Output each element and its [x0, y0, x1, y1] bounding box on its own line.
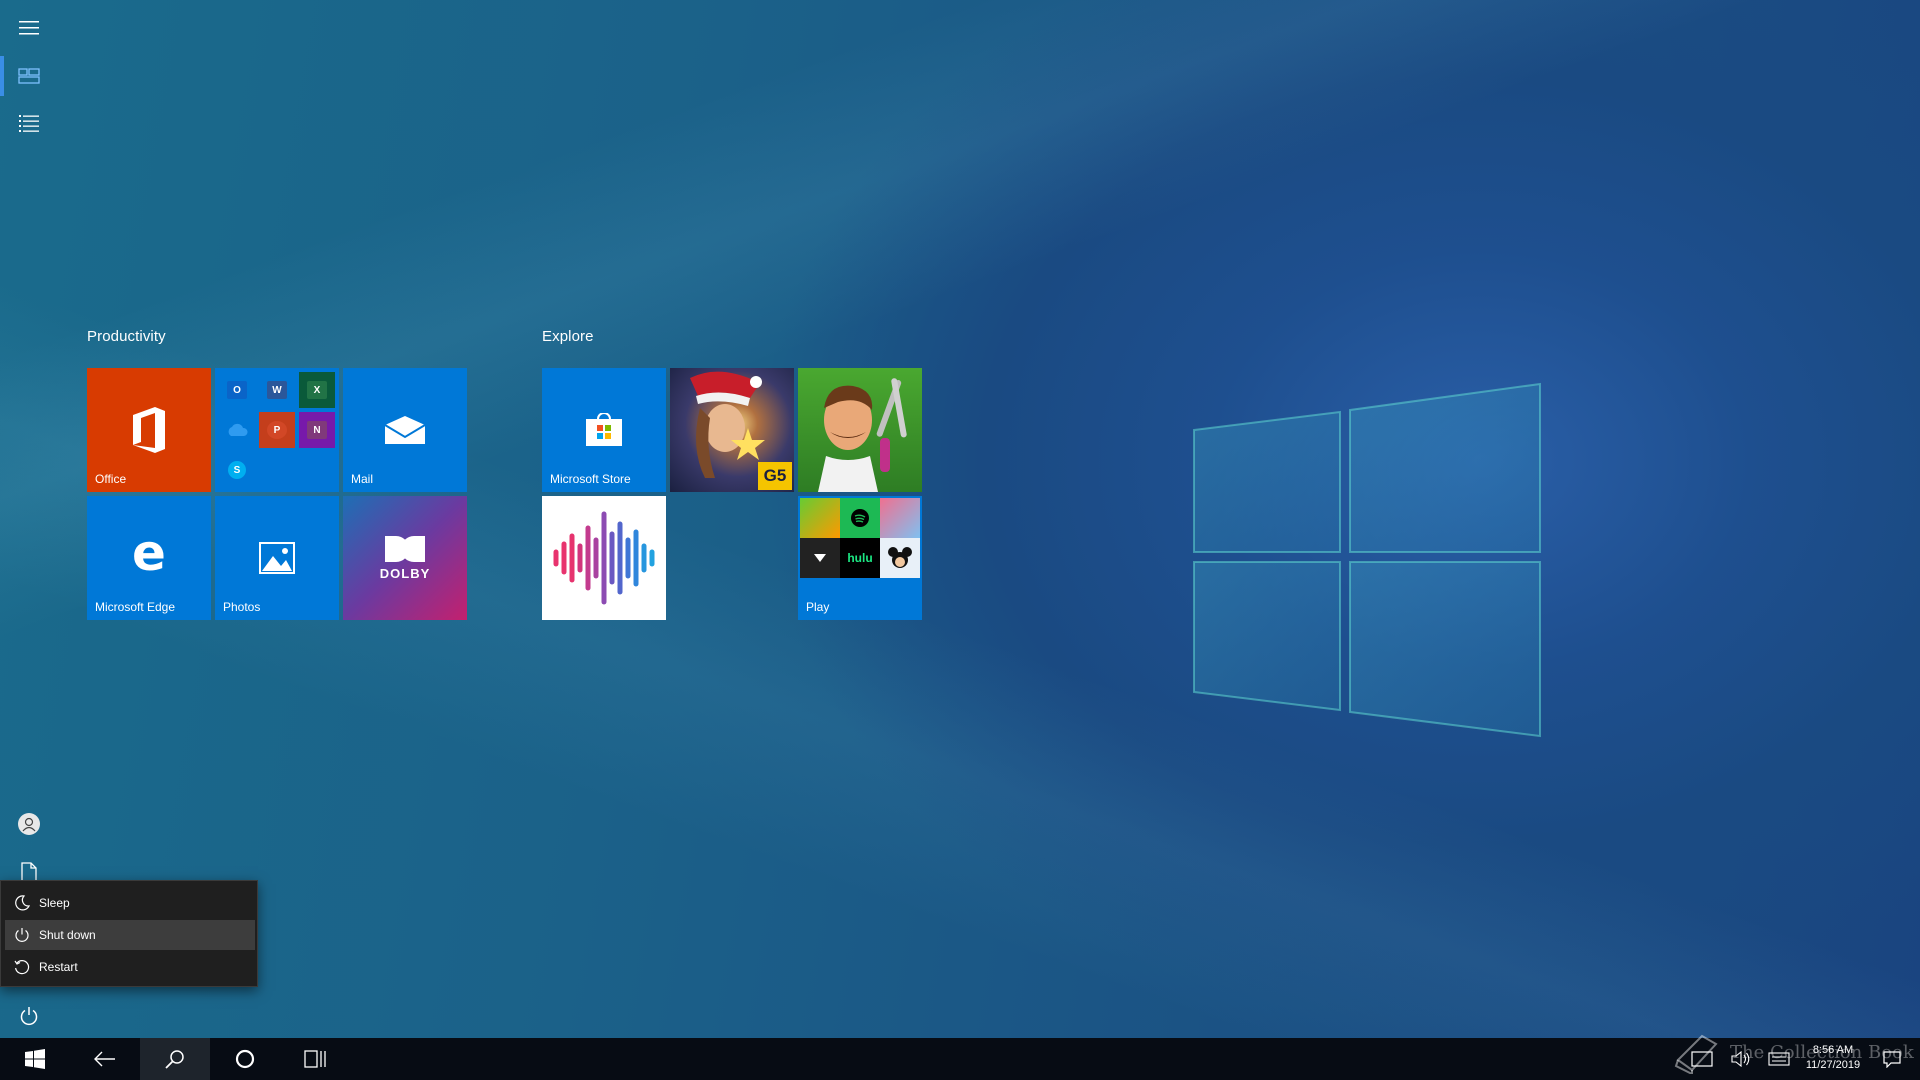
tile-label: Mail	[351, 472, 374, 486]
dolby-icon: DOLBY	[343, 496, 467, 620]
spotify-icon	[840, 498, 880, 538]
cortana-circle-icon	[235, 1049, 255, 1069]
start-button[interactable]	[0, 1038, 70, 1080]
shut-down-label: Shut down	[39, 928, 96, 942]
taskbar: 8:56 AM 11/27/2019	[0, 1038, 1920, 1080]
group-title-productivity: Productivity	[87, 328, 166, 345]
tile-dolby[interactable]: DOLBY	[343, 496, 467, 620]
all-apps-button[interactable]	[0, 100, 58, 148]
windows-logo-icon	[25, 1049, 45, 1069]
sleep-menu-item[interactable]: Sleep	[5, 888, 255, 918]
excel-icon: X	[299, 372, 335, 408]
tile-label: Photos	[223, 600, 261, 614]
task-view-icon	[304, 1050, 326, 1068]
tile-microsoft-edge[interactable]: e Microsoft Edge	[87, 496, 211, 620]
document-icon	[21, 862, 37, 882]
tile-gardenscapes-game[interactable]	[798, 368, 922, 492]
tile-label: Office	[95, 472, 127, 486]
tiles-view-icon	[18, 68, 40, 84]
sleep-label: Sleep	[39, 896, 70, 910]
word-icon: W	[259, 372, 295, 408]
skype-icon: S	[219, 452, 255, 488]
tile-office[interactable]: Office	[87, 368, 211, 492]
tile-label: Microsoft Edge	[95, 600, 176, 614]
netflix-style-app-icon	[800, 538, 840, 578]
tile-play-folder[interactable]: hulu Play	[798, 496, 922, 620]
power-menu: Sleep Shut down Restart	[0, 880, 258, 987]
onedrive-icon	[219, 412, 255, 448]
user-avatar-icon	[18, 813, 40, 835]
candy-crush-icon	[800, 498, 840, 538]
dolby-wordmark: DOLBY	[379, 566, 431, 581]
candy-crush-friends-icon	[880, 498, 920, 538]
tile-photos[interactable]: Photos	[215, 496, 339, 620]
tile-label: Microsoft Store	[550, 472, 631, 486]
pinned-tiles-button[interactable]	[0, 52, 58, 100]
butler-character-icon	[818, 378, 907, 492]
list-icon	[19, 115, 39, 132]
restart-icon	[5, 959, 39, 975]
wallpaper-windows-logo	[1193, 382, 1541, 738]
hamburger-icon	[19, 21, 39, 35]
tile-label: Play	[806, 600, 830, 614]
tile-mail[interactable]: Mail	[343, 368, 467, 492]
moon-icon	[5, 895, 39, 911]
restart-label: Restart	[39, 960, 78, 974]
outlook-icon: O	[219, 372, 255, 408]
back-arrow-icon	[94, 1051, 115, 1067]
expand-menu-button[interactable]	[0, 4, 58, 52]
watermark-book-icon	[1674, 1034, 1718, 1074]
g5-badge: G5	[758, 462, 792, 490]
restart-menu-item[interactable]: Restart	[5, 952, 255, 982]
group-title-explore: Explore	[542, 328, 594, 345]
search-button[interactable]	[140, 1038, 210, 1080]
power-icon	[20, 1007, 38, 1026]
soundwave-icon	[553, 511, 655, 605]
hulu-icon: hulu	[840, 538, 880, 578]
watermark-text: The Collection Book	[1730, 1042, 1914, 1063]
search-icon	[165, 1050, 184, 1069]
tile-hidden-objects-game[interactable]: G5	[670, 368, 794, 492]
onenote-icon: N	[299, 412, 335, 448]
shut-down-menu-item[interactable]: Shut down	[5, 920, 255, 950]
tile-office-apps-folder[interactable]: O W X P N S	[215, 368, 339, 492]
task-view-button[interactable]	[280, 1038, 350, 1080]
powerpoint-icon: P	[259, 412, 295, 448]
power-button[interactable]	[0, 992, 58, 1040]
disney-game-icon	[880, 538, 920, 578]
tile-microsoft-store[interactable]: Microsoft Store	[542, 368, 666, 492]
back-button[interactable]	[70, 1038, 140, 1080]
account-button[interactable]	[0, 800, 58, 848]
power-icon	[5, 927, 39, 943]
tile-voice-recorder[interactable]	[542, 496, 666, 620]
cortana-button[interactable]	[210, 1038, 280, 1080]
